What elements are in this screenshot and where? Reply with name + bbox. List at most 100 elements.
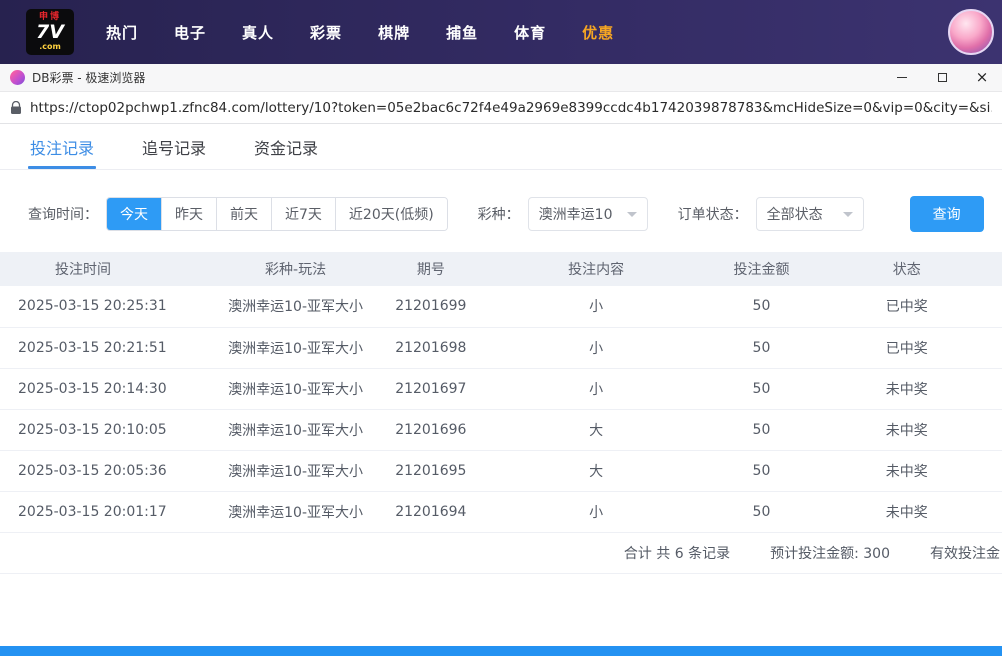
main-navigation: 热门 电子 真人 彩票 棋牌 捕鱼 体育 优惠	[106, 22, 614, 43]
col-header-content: 投注内容	[481, 252, 711, 286]
lottery-filter-label: 彩种：	[478, 204, 520, 224]
logo-text-com: .com	[39, 43, 61, 51]
nav-item-slots[interactable]: 电子	[174, 22, 206, 43]
minimize-icon	[897, 77, 907, 78]
address-url[interactable]: https://ctop02pchwp1.zfnc84.com/lottery/…	[30, 100, 992, 116]
address-bar: https://ctop02pchwp1.zfnc84.com/lottery/…	[0, 92, 1002, 124]
table-row: 2025-03-15 20:05:36 澳洲幸运10-亚军大小 21201695…	[0, 450, 1002, 491]
lottery-select[interactable]: 澳洲幸运10	[528, 197, 648, 231]
bet-game: 澳洲幸运10-亚军大小	[210, 368, 380, 409]
bet-game: 澳洲幸运10-亚军大小	[210, 286, 380, 327]
order-status-filter-label: 订单状态：	[678, 204, 748, 224]
table-row: 2025-03-15 20:14:30 澳洲幸运10-亚军大小 21201697…	[0, 368, 1002, 409]
bet-period: 21201698	[381, 327, 481, 368]
bet-time: 2025-03-15 20:10:05	[0, 409, 210, 450]
bet-time: 2025-03-15 20:25:31	[0, 286, 210, 327]
bet-amount: 50	[711, 450, 811, 491]
col-header-game: 彩种-玩法	[210, 252, 380, 286]
nav-item-fishing[interactable]: 捕鱼	[446, 22, 478, 43]
nav-item-lottery[interactable]: 彩票	[310, 22, 342, 43]
tab-bet-records[interactable]: 投注记录	[30, 124, 94, 169]
maximize-icon	[938, 73, 947, 82]
time-daybefore-button[interactable]: 前天	[217, 198, 272, 230]
bet-game: 澳洲幸运10-亚军大小	[210, 409, 380, 450]
table-row: 2025-03-15 20:21:51 澳洲幸运10-亚军大小 21201698…	[0, 327, 1002, 368]
bet-time: 2025-03-15 20:05:36	[0, 450, 210, 491]
table-row: 2025-03-15 20:01:17 澳洲幸运10-亚军大小 21201694…	[0, 491, 1002, 532]
col-header-amount: 投注金额	[711, 252, 811, 286]
filter-bar: 查询时间： 今天 昨天 前天 近7天 近20天(低频) 彩种： 澳洲幸运10 订…	[28, 196, 1002, 232]
nav-item-board-games[interactable]: 棋牌	[378, 22, 410, 43]
user-avatar[interactable]	[948, 9, 994, 55]
logo-text-main: 7V	[36, 23, 64, 42]
bet-status: 未中奖	[812, 450, 1002, 491]
maximize-button[interactable]	[922, 64, 962, 92]
time-20days-button[interactable]: 近20天(低频)	[336, 198, 447, 230]
bet-period: 21201699	[381, 286, 481, 327]
bet-period: 21201695	[381, 450, 481, 491]
col-header-bet-time: 投注时间	[0, 252, 210, 286]
time-filter-group: 今天 昨天 前天 近7天 近20天(低频)	[106, 197, 448, 231]
bet-time: 2025-03-15 20:01:17	[0, 491, 210, 532]
bet-content: 小	[481, 286, 711, 327]
tab-fund-records[interactable]: 资金记录	[254, 124, 318, 169]
bet-amount: 50	[711, 327, 811, 368]
site-logo[interactable]: 申博 7V .com	[26, 9, 74, 55]
bottom-bar	[0, 646, 1002, 656]
record-tabs: 投注记录 追号记录 资金记录	[0, 124, 1002, 170]
browser-titlebar: DB彩票 - 极速浏览器 ×	[0, 64, 1002, 92]
table-header-row: 投注时间 彩种-玩法 期号 投注内容 投注金额 状态	[0, 252, 1002, 286]
summary-expected-amount: 预计投注金额: 300	[770, 543, 890, 563]
table-row: 2025-03-15 20:25:31 澳洲幸运10-亚军大小 21201699…	[0, 286, 1002, 327]
time-7days-button[interactable]: 近7天	[272, 198, 336, 230]
search-button[interactable]: 查询	[910, 196, 984, 232]
nav-item-promotions[interactable]: 优惠	[582, 22, 614, 43]
summary-valid-amount: 有效投注金	[930, 543, 1000, 563]
summary-total-count: 合计 共 6 条记录	[624, 543, 730, 563]
bet-amount: 50	[711, 409, 811, 450]
bet-period: 21201696	[381, 409, 481, 450]
bet-content: 小	[481, 368, 711, 409]
order-status-select-value: 全部状态	[767, 204, 823, 224]
order-status-select[interactable]: 全部状态	[756, 197, 864, 231]
bet-period: 21201697	[381, 368, 481, 409]
app-icon	[10, 70, 25, 85]
bet-time: 2025-03-15 20:21:51	[0, 327, 210, 368]
time-today-button[interactable]: 今天	[107, 198, 162, 230]
chevron-down-icon	[843, 212, 853, 217]
nav-item-hot[interactable]: 热门	[106, 22, 138, 43]
content-spacer	[0, 574, 1002, 647]
chevron-down-icon	[627, 212, 637, 217]
tab-chase-records[interactable]: 追号记录	[142, 124, 206, 169]
bet-amount: 50	[711, 368, 811, 409]
close-icon: ×	[976, 70, 989, 85]
nav-item-live[interactable]: 真人	[242, 22, 274, 43]
bet-status: 已中奖	[812, 286, 1002, 327]
bet-period: 21201694	[381, 491, 481, 532]
window-controls: ×	[882, 64, 1002, 92]
time-filter-label: 查询时间：	[28, 204, 98, 224]
bet-content: 大	[481, 450, 711, 491]
window-title: DB彩票 - 极速浏览器	[32, 69, 145, 86]
bet-status: 未中奖	[812, 409, 1002, 450]
lock-icon	[10, 101, 22, 115]
col-header-period: 期号	[381, 252, 481, 286]
bet-status: 未中奖	[812, 368, 1002, 409]
bet-time: 2025-03-15 20:14:30	[0, 368, 210, 409]
bet-content: 小	[481, 491, 711, 532]
bet-records-table: 投注时间 彩种-玩法 期号 投注内容 投注金额 状态 2025-03-15 20…	[0, 252, 1002, 533]
time-yesterday-button[interactable]: 昨天	[162, 198, 217, 230]
bet-amount: 50	[711, 491, 811, 532]
lottery-select-value: 澳洲幸运10	[539, 204, 613, 224]
nav-item-sports[interactable]: 体育	[514, 22, 546, 43]
minimize-button[interactable]	[882, 64, 922, 92]
close-button[interactable]: ×	[962, 64, 1002, 92]
bet-game: 澳洲幸运10-亚军大小	[210, 450, 380, 491]
bet-status: 未中奖	[812, 491, 1002, 532]
table-row: 2025-03-15 20:10:05 澳洲幸运10-亚军大小 21201696…	[0, 409, 1002, 450]
site-navbar: 申博 7V .com 热门 电子 真人 彩票 棋牌 捕鱼 体育 优惠	[0, 0, 1002, 64]
bet-amount: 50	[711, 286, 811, 327]
bet-game: 澳洲幸运10-亚军大小	[210, 491, 380, 532]
bet-game: 澳洲幸运10-亚军大小	[210, 327, 380, 368]
bet-status: 已中奖	[812, 327, 1002, 368]
